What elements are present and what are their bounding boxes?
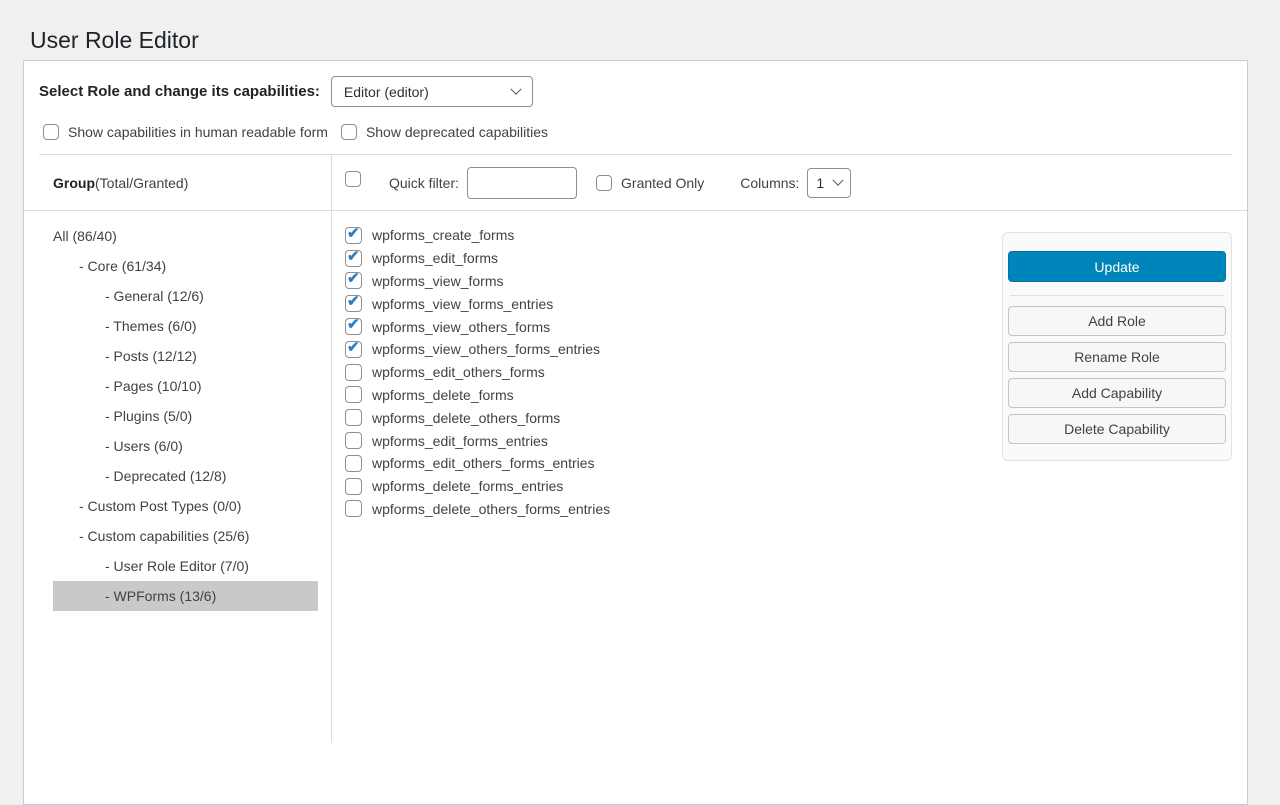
group-tree-item[interactable]: - Posts (12/12) <box>53 341 318 371</box>
delete-capability-button[interactable]: Delete Capability <box>1008 414 1226 444</box>
update-button[interactable]: Update <box>1008 251 1226 282</box>
checkmark-icon: ✔ <box>347 339 360 356</box>
select-all-checkbox[interactable] <box>345 171 361 187</box>
grid-body-row: All (86/40)- Core (61/34)- General (12/6… <box>24 211 1247 743</box>
select-role-label: Select Role and change its capabilities: <box>39 83 320 100</box>
group-header: Group (Total/Granted) <box>24 155 332 210</box>
group-tree-item[interactable]: - Core (61/34) <box>53 251 318 281</box>
columns-select[interactable]: 1 <box>807 168 851 198</box>
display-options-row: Show capabilities in human readable form… <box>24 124 1247 140</box>
deprecated-checkbox[interactable] <box>341 124 357 140</box>
capability-label: wpforms_edit_others_forms <box>372 364 545 380</box>
capability-checkbox[interactable] <box>345 478 362 495</box>
capability-checkbox[interactable] <box>345 455 362 472</box>
capability-label: wpforms_view_forms_entries <box>372 296 553 312</box>
actions-divider <box>1010 295 1224 296</box>
role-select-value: Editor (editor) <box>344 84 429 100</box>
capability-label: wpforms_create_forms <box>372 227 514 243</box>
human-readable-checkbox[interactable] <box>43 124 59 140</box>
group-tree-item[interactable]: - Deprecated (12/8) <box>53 461 318 491</box>
role-select-row: Select Role and change its capabilities:… <box>24 61 1247 107</box>
capability-label: wpforms_edit_forms_entries <box>372 433 548 449</box>
human-readable-label: Show capabilities in human readable form <box>68 124 328 140</box>
deprecated-label: Show deprecated capabilities <box>366 124 548 140</box>
quick-filter-input[interactable] <box>467 167 577 199</box>
columns-label: Columns: <box>740 175 799 191</box>
capability-label: wpforms_view_others_forms_entries <box>372 341 600 357</box>
capability-checkbox[interactable]: ✔ <box>345 272 362 289</box>
checkmark-icon: ✔ <box>347 270 360 287</box>
group-tree-item[interactable]: - Themes (6/0) <box>53 311 318 341</box>
checkmark-icon: ✔ <box>347 248 360 265</box>
user-role-editor-panel: Select Role and change its capabilities:… <box>23 60 1248 805</box>
group-tree-item[interactable]: - Users (6/0) <box>53 431 318 461</box>
capability-checkbox[interactable]: ✔ <box>345 250 362 267</box>
add-role-button[interactable]: Add Role <box>1008 306 1226 336</box>
chevron-down-icon <box>510 83 521 94</box>
chevron-down-icon <box>833 174 844 185</box>
grid-header-row: Group (Total/Granted) Quick filter: Gran… <box>24 155 1247 211</box>
capability-checkbox[interactable]: ✔ <box>345 341 362 358</box>
capability-checkbox[interactable] <box>345 409 362 426</box>
group-tree-item[interactable]: - WPForms (13/6) <box>53 581 318 611</box>
capability-label: wpforms_view_forms <box>372 273 503 289</box>
capability-label: wpforms_view_others_forms <box>372 319 550 335</box>
actions-panel: Update Add Role Rename Role Add Capabili… <box>1002 232 1232 461</box>
capability-checkbox[interactable] <box>345 386 362 403</box>
capability-checkbox[interactable] <box>345 500 362 517</box>
granted-only-label: Granted Only <box>621 175 704 191</box>
group-tree-item[interactable]: - Pages (10/10) <box>53 371 318 401</box>
group-tree-item[interactable]: - Custom Post Types (0/0) <box>53 491 318 521</box>
rename-role-button[interactable]: Rename Role <box>1008 342 1226 372</box>
capability-checkbox[interactable]: ✔ <box>345 295 362 312</box>
group-header-label: Group <box>53 175 95 191</box>
checkmark-icon: ✔ <box>347 225 360 242</box>
capability-row: wpforms_delete_others_forms_entries <box>345 498 1247 521</box>
capability-checkbox[interactable] <box>345 364 362 381</box>
capabilities-grid: Group (Total/Granted) Quick filter: Gran… <box>24 155 1247 743</box>
groups-tree: All (86/40)- Core (61/34)- General (12/6… <box>24 211 332 743</box>
capability-checkbox[interactable] <box>345 432 362 449</box>
page-title: User Role Editor <box>30 26 199 56</box>
capability-checkbox[interactable]: ✔ <box>345 227 362 244</box>
capability-label: wpforms_edit_forms <box>372 250 498 266</box>
group-header-suffix: (Total/Granted) <box>95 175 188 191</box>
granted-only-checkbox[interactable] <box>596 175 612 191</box>
role-select[interactable]: Editor (editor) <box>331 76 533 107</box>
quick-filter-label: Quick filter: <box>389 175 459 191</box>
capability-label: wpforms_delete_others_forms <box>372 410 560 426</box>
columns-select-value: 1 <box>816 175 824 191</box>
checkmark-icon: ✔ <box>347 293 360 310</box>
capability-label: wpforms_delete_forms_entries <box>372 478 563 494</box>
capability-row: wpforms_delete_forms_entries <box>345 475 1247 498</box>
group-tree-item[interactable]: - Custom capabilities (25/6) <box>53 521 318 551</box>
capability-label: wpforms_delete_others_forms_entries <box>372 501 610 517</box>
capability-label: wpforms_edit_others_forms_entries <box>372 455 595 471</box>
group-tree-item[interactable]: - User Role Editor (7/0) <box>53 551 318 581</box>
group-tree-item[interactable]: - Plugins (5/0) <box>53 401 318 431</box>
checkmark-icon: ✔ <box>347 316 360 333</box>
capabilities-cell: ✔ wpforms_create_forms ✔ wpforms_edit_forms… <box>332 211 1247 743</box>
group-tree-item[interactable]: - General (12/6) <box>53 281 318 311</box>
filter-bar: Quick filter: Granted Only Columns: 1 <box>332 155 1247 210</box>
add-capability-button[interactable]: Add Capability <box>1008 378 1226 408</box>
group-tree-item[interactable]: All (86/40) <box>53 221 318 251</box>
capability-label: wpforms_delete_forms <box>372 387 514 403</box>
capability-checkbox[interactable]: ✔ <box>345 318 362 335</box>
